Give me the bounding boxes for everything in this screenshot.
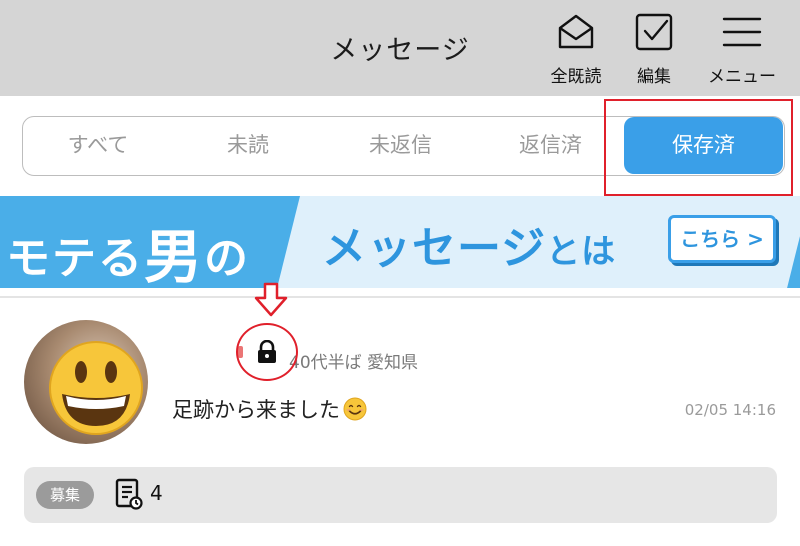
message-count: 4 <box>150 481 163 505</box>
banner-left-text: モテる男の <box>6 210 250 288</box>
message-timestamp: 02/05 14:16 <box>684 401 776 419</box>
tab-unreplied[interactable]: 未返信 <box>323 117 478 174</box>
edit-button[interactable]: 編集 <box>614 10 694 90</box>
smiling-face-icon <box>343 397 367 421</box>
profile-document-icon <box>115 478 143 510</box>
menu-button[interactable]: メニュー <box>702 10 782 90</box>
annotation-highlight-box <box>604 99 793 196</box>
message-meta-row: 募集 4 <box>24 467 777 523</box>
sender-profile: 40代半ば 愛知県 <box>289 353 419 373</box>
recruitment-tag: 募集 <box>36 481 95 509</box>
menu-label: メニュー <box>708 67 776 87</box>
banner-text-a: モテる <box>6 233 144 284</box>
banner-text-c: の <box>204 233 251 284</box>
banner-text-e: とは <box>546 232 617 272</box>
tab-all[interactable]: すべて <box>23 117 173 174</box>
tab-replied[interactable]: 返信済 <box>478 117 623 174</box>
tab-unread[interactable]: 未読 <box>173 117 323 174</box>
banner-text-d: メッセージ <box>322 223 547 274</box>
edit-label: 編集 <box>637 67 671 87</box>
message-preview: 足跡から来ました <box>172 394 367 424</box>
grinning-face-icon <box>49 341 143 435</box>
checkbox-edit-icon <box>632 10 676 54</box>
banner-text-b: 男 <box>144 223 205 288</box>
mark-all-read-label: 全既読 <box>550 67 602 87</box>
hamburger-menu-icon <box>720 10 764 54</box>
banner-cta-button[interactable]: こちら > <box>668 215 776 263</box>
app-header: メッセージ 全既読 編集 メニュー <box>0 0 800 96</box>
mark-all-read-button[interactable]: 全既読 <box>536 10 616 90</box>
envelope-open-icon <box>554 10 598 54</box>
section-divider <box>0 296 800 298</box>
annotation-circle <box>236 323 298 381</box>
message-preview-text: 足跡から来ました <box>172 398 340 422</box>
annotation-down-arrow-icon <box>254 282 288 317</box>
banner-mid-text: メッセージとは <box>322 212 616 276</box>
promo-banner[interactable]: モテる男の メッセージとは こちら > <box>0 196 800 288</box>
page-title: メッセージ <box>330 35 470 66</box>
